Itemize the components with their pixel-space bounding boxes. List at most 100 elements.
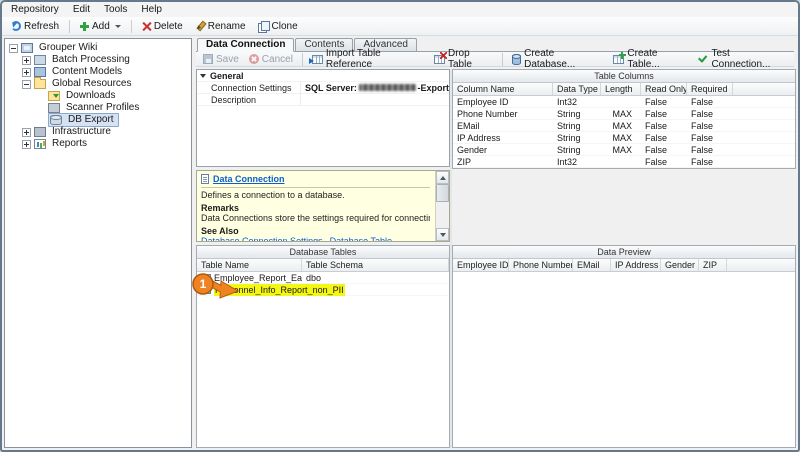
column-header-required[interactable]: Required — [687, 83, 733, 95]
column-row-ip-address[interactable]: IP Address String MAX False False — [453, 132, 795, 144]
clone-button[interactable]: Clone — [253, 20, 303, 33]
expander-collapsed-icon[interactable] — [22, 55, 31, 65]
preview-header-phone-number[interactable]: Phone Number — [509, 259, 573, 271]
selected-tree-item-highlight: DB Export — [48, 113, 119, 127]
column-header-column-name[interactable]: Column Name — [453, 83, 553, 95]
grouper-window: Repository Edit Tools Help Refresh Add D… — [0, 0, 800, 452]
preview-header-filler — [727, 259, 795, 271]
cancel-button[interactable]: Cancel — [245, 53, 297, 66]
add-label: Add — [92, 20, 110, 32]
link-database-connection-settings[interactable]: Database Connection Settings, — [201, 236, 325, 241]
delete-icon — [142, 22, 151, 31]
read-only-cell: False — [645, 132, 668, 143]
table-row-personnel-info-report-highlighted[interactable]: Personnel_Info_Report_non_PII dbo — [197, 283, 449, 296]
tree-item-grouper-wiki[interactable]: Grouper Wiki — [5, 42, 191, 54]
expander-expanded-icon[interactable] — [9, 43, 18, 53]
scanner-profiles-icon — [48, 103, 60, 113]
create-database-button[interactable]: Create Database... — [508, 48, 607, 70]
column-header-length[interactable]: Length — [601, 83, 641, 95]
column-header-table-schema[interactable]: Table Schema — [302, 259, 449, 271]
connection-settings-value[interactable]: SQL Server: -Export — [301, 82, 449, 94]
property-row-connection-settings[interactable]: Connection Settings SQL Server: -Export — [197, 81, 449, 94]
create-table-label: Create Table... — [627, 48, 660, 70]
help-page-icon — [201, 174, 209, 184]
collapse-arrow-icon[interactable] — [197, 73, 209, 78]
help-content: Data Connection Defines a connection to … — [197, 171, 434, 241]
column-row-email[interactable]: EMail String MAX False False — [453, 120, 795, 132]
expander-collapsed-icon[interactable] — [22, 67, 31, 77]
create-table-button[interactable]: Create Table... — [609, 48, 692, 70]
top-toolbar: Refresh Add Delete Rename Clone — [2, 17, 798, 36]
tab-data-connection[interactable]: Data Connection — [197, 38, 295, 52]
toolbar-separator — [130, 19, 132, 33]
table-row-employee-report-earnings[interactable]: Employee_Report_Earnings dbo — [197, 272, 449, 284]
rename-button[interactable]: Rename — [190, 20, 251, 33]
import-table-reference-button[interactable]: Import Table Reference — [308, 48, 428, 70]
data-type-cell: Int32 — [557, 96, 578, 107]
column-row-gender[interactable]: Gender String MAX False False — [453, 144, 795, 156]
scroll-down-icon[interactable] — [436, 228, 449, 241]
menu-bar: Repository Edit Tools Help — [2, 2, 798, 17]
column-row-zip[interactable]: ZIP Int32 False False — [453, 156, 795, 168]
drop-table-button[interactable]: Drop Table — [430, 48, 497, 70]
test-connection-button[interactable]: Test Connection... — [694, 48, 791, 70]
drop-table-label: Drop Table — [447, 48, 472, 70]
drop-table-icon — [433, 51, 447, 64]
add-dropdown-caret-icon[interactable] — [114, 24, 121, 28]
length-cell: MAX — [612, 120, 632, 131]
tree-item-batch-processing[interactable]: Batch Processing — [5, 54, 191, 66]
tree-item-reports[interactable]: Reports — [5, 138, 191, 150]
menu-edit[interactable]: Edit — [66, 3, 97, 16]
left-column: General Connection Settings SQL Server: … — [196, 69, 450, 448]
required-cell: False — [691, 156, 714, 167]
preview-header-employee-id[interactable]: Employee ID — [453, 259, 509, 271]
column-header-read-only[interactable]: Read Only — [641, 83, 687, 95]
menu-repository[interactable]: Repository — [4, 3, 66, 16]
tree-item-label: Batch Processing — [52, 54, 130, 65]
read-only-cell: False — [645, 120, 668, 131]
required-cell: False — [691, 96, 714, 107]
expander-collapsed-icon[interactable] — [22, 127, 31, 137]
cancel-label: Cancel — [261, 53, 293, 65]
scrollbar-thumb[interactable] — [436, 184, 449, 202]
toolbar-separator — [502, 52, 504, 66]
link-database-table[interactable]: Database Table — [330, 236, 392, 241]
tree-item-db-export-selected[interactable]: DB Export — [5, 113, 191, 127]
help-scrollbar[interactable] — [435, 171, 449, 241]
tree-item-content-models[interactable]: Content Models — [5, 66, 191, 78]
refresh-button[interactable]: Refresh — [6, 20, 64, 33]
import-table-reference-label: Import Table Reference — [325, 48, 381, 70]
property-group-general[interactable]: General — [197, 70, 449, 82]
column-header-data-type[interactable]: Data Type — [553, 83, 601, 95]
column-row-phone-number[interactable]: Phone Number String MAX False False — [453, 108, 795, 120]
column-row-employee-id[interactable]: Employee ID Int32 False False — [453, 96, 795, 108]
tree-item-downloads[interactable]: Downloads — [5, 90, 191, 102]
property-row-description[interactable]: Description — [197, 93, 449, 106]
expander-expanded-icon[interactable] — [22, 79, 31, 89]
menu-tools[interactable]: Tools — [97, 3, 134, 16]
scroll-up-icon[interactable] — [436, 171, 449, 184]
tree-item-global-resources[interactable]: Global Resources — [5, 77, 191, 90]
expander-collapsed-icon[interactable] — [22, 139, 31, 149]
read-only-cell: False — [645, 96, 668, 107]
preview-header-email[interactable]: EMail — [573, 259, 611, 271]
column-name-cell: Phone Number — [457, 108, 518, 119]
clone-icon — [257, 20, 270, 33]
data-preview-empty-area — [453, 272, 795, 447]
tree-item-infrastructure[interactable]: Infrastructure — [5, 126, 191, 138]
column-header-table-name[interactable]: Table Name — [197, 259, 302, 271]
delete-label: Delete — [153, 20, 183, 32]
delete-button[interactable]: Delete — [137, 20, 188, 33]
data-type-cell: String — [557, 108, 581, 119]
preview-header-zip[interactable]: ZIP — [699, 259, 727, 271]
preview-header-ip-address[interactable]: IP Address — [611, 259, 661, 271]
database-tables-header: Table Name Table Schema — [197, 259, 449, 272]
column-name-cell: IP Address — [457, 132, 501, 143]
help-title-link[interactable]: Data Connection — [213, 174, 285, 184]
save-button[interactable]: Save — [199, 53, 243, 66]
menu-help[interactable]: Help — [134, 3, 169, 16]
table-icon — [201, 273, 211, 282]
add-button[interactable]: Add — [75, 20, 126, 33]
tree-item-label: Global Resources — [52, 78, 132, 89]
preview-header-gender[interactable]: Gender — [661, 259, 699, 271]
